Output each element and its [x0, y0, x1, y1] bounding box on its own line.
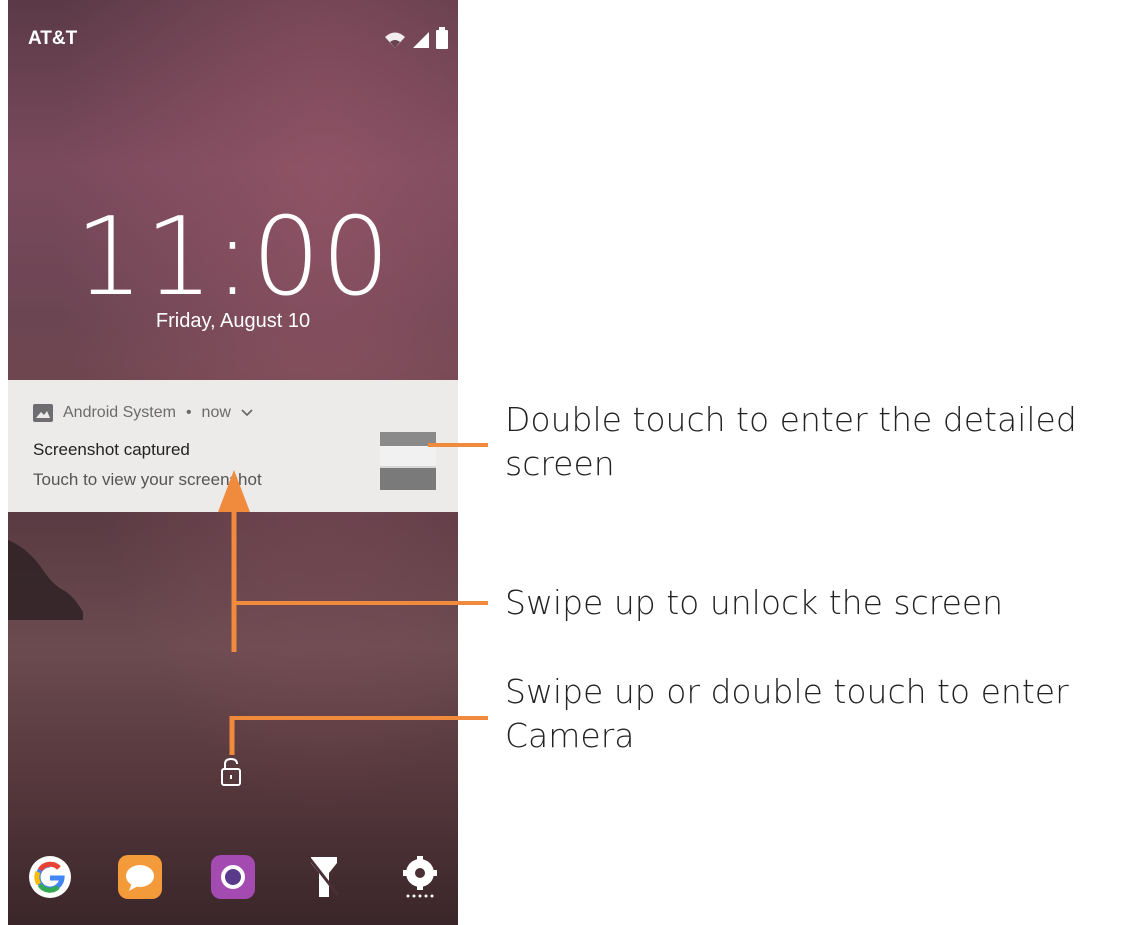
- phone-screen: AT&T 11:00 Friday, August 10 Android Sys…: [8, 0, 458, 925]
- annotation-unlock: Swipe up to unlock the screen: [505, 581, 1125, 625]
- annotation-camera-line2: Camera: [505, 716, 635, 755]
- annotation-camera-line1: Swipe up or double touch to enter: [505, 672, 1069, 711]
- swipe-up-arrow: [218, 470, 250, 755]
- annotation-notification-line2: screen: [505, 444, 615, 483]
- annotation-unlock-text: Swipe up to unlock the screen: [505, 583, 1004, 622]
- annotation-notification-line1: Double touch to enter the detailed: [505, 400, 1077, 439]
- connector-line-camera: [232, 716, 488, 720]
- connector-line-notification: [428, 443, 488, 447]
- annotation-notification: Double touch to enter the detailed scree…: [505, 398, 1125, 486]
- connector-line-unlock: [236, 601, 488, 605]
- annotation-camera: Swipe up or double touch to enter Camera: [505, 670, 1125, 758]
